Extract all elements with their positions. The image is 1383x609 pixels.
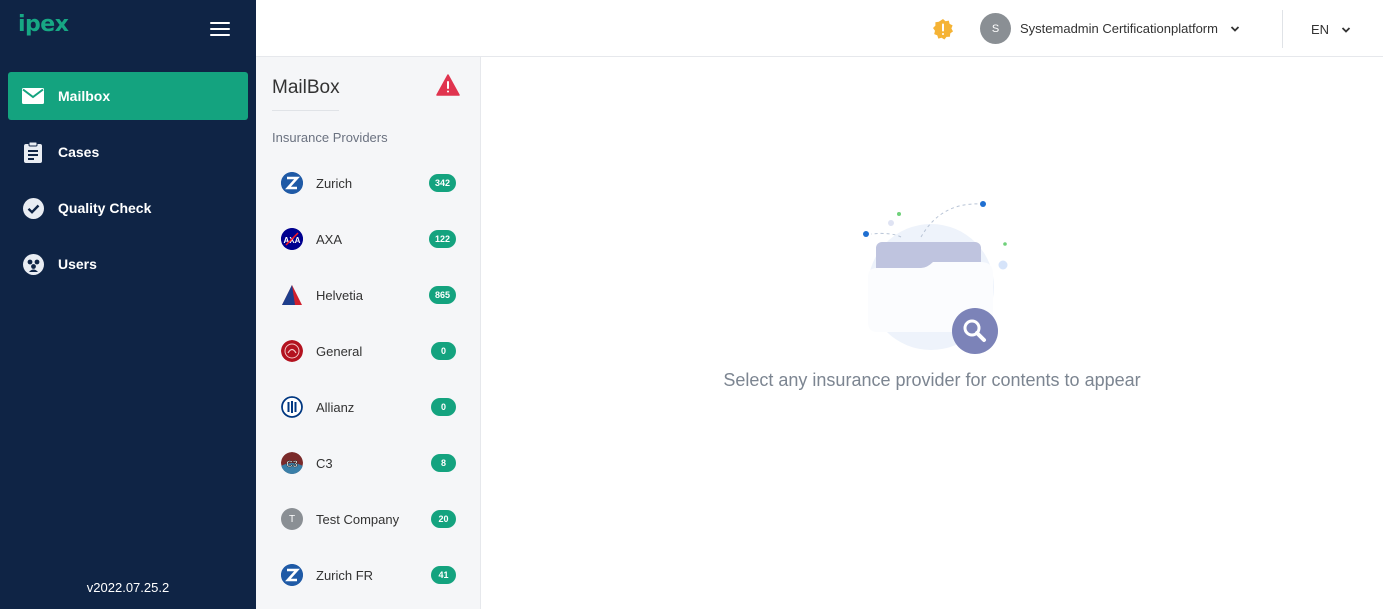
provider-item-helvetia[interactable]: Helvetia 865	[256, 267, 480, 323]
provider-list: Zurich 342 AXA AXA 122 Helvetia 865 Gene…	[256, 155, 480, 603]
count-badge: 0	[431, 342, 456, 360]
zurich-logo-icon	[281, 564, 303, 586]
initial-avatar-icon: T	[281, 508, 303, 530]
language-label: EN	[1311, 22, 1330, 37]
mailbox-panel: MailBox Insurance Providers Zurich 342 A…	[256, 57, 481, 609]
svg-text:AXA: AXA	[284, 236, 301, 245]
menu-toggle-icon[interactable]	[210, 22, 230, 37]
main-content: Select any insurance provider for conten…	[481, 57, 1383, 609]
provider-name: Allianz	[316, 399, 355, 415]
svg-text:C3: C3	[286, 459, 298, 469]
language-select[interactable]: EN	[1311, 22, 1351, 37]
c3-logo-icon: C3	[281, 452, 303, 474]
chevron-down-icon	[1341, 26, 1351, 33]
provider-item-general[interactable]: General 0	[256, 323, 480, 379]
app-logo[interactable]: ipex	[18, 12, 69, 37]
provider-name: Zurich	[316, 175, 353, 191]
provider-initial: T	[288, 513, 296, 525]
users-icon	[22, 253, 44, 275]
avatar: S	[980, 13, 1011, 44]
sidebar-item-label: Mailbox	[58, 88, 111, 104]
provider-name: Test Company	[316, 511, 400, 527]
warning-badge-icon[interactable]	[932, 18, 954, 40]
sidebar-item-users[interactable]: Users	[8, 240, 248, 288]
app-version: v2022.07.25.2	[86, 580, 170, 595]
provider-item-allianz[interactable]: Allianz 0	[256, 379, 480, 435]
sidebar-item-label: Cases	[58, 144, 100, 160]
axa-logo-icon: AXA	[281, 228, 303, 250]
count-badge: 8	[431, 454, 456, 472]
provider-name: General	[316, 343, 363, 359]
provider-name: AXA	[316, 231, 343, 247]
top-header: S Systemadmin Certificationplatform EN	[256, 0, 1383, 57]
zurich-logo-icon	[281, 172, 303, 194]
sidebar-item-quality-check[interactable]: Quality Check	[8, 184, 248, 232]
sidebar-item-label: Quality Check	[58, 200, 152, 216]
sidebar-nav: Mailbox Cases Quality Check Users	[8, 72, 248, 296]
chevron-down-icon	[1230, 25, 1240, 32]
sidebar-item-cases[interactable]: Cases	[8, 128, 248, 176]
count-badge: 0	[431, 398, 456, 416]
provider-item-zurich[interactable]: Zurich 342	[256, 155, 480, 211]
header-divider	[1282, 10, 1283, 48]
count-badge: 41	[431, 566, 456, 584]
sidebar-item-mailbox[interactable]: Mailbox	[8, 72, 248, 120]
helvetia-logo-icon	[281, 284, 303, 306]
sidebar: ipex Mailbox Cases Quality Check Users v…	[0, 0, 256, 609]
count-badge: 342	[428, 174, 456, 192]
provider-name: Helvetia	[316, 287, 363, 303]
user-name: Systemadmin Certificationplatform	[1020, 21, 1218, 36]
sidebar-item-label: Users	[58, 256, 97, 272]
provider-item-zurich-fr[interactable]: Zurich FR 41	[256, 547, 480, 603]
mail-icon	[22, 85, 44, 107]
empty-folder-search-icon	[863, 201, 1008, 354]
count-badge: 122	[428, 230, 456, 248]
allianz-logo-icon	[281, 396, 303, 418]
provider-item-c3[interactable]: C3 C3 8	[256, 435, 480, 491]
section-label: Insurance Providers	[272, 130, 388, 145]
provider-item-test-company[interactable]: T Test Company 20	[256, 491, 480, 547]
page-title: MailBox	[272, 77, 340, 98]
general-logo-icon	[281, 340, 303, 362]
title-underline	[272, 110, 339, 111]
count-badge: 20	[431, 510, 456, 528]
alert-triangle-icon[interactable]	[436, 74, 460, 96]
provider-name: C3	[316, 455, 333, 471]
user-menu[interactable]: S Systemadmin Certificationplatform	[980, 13, 1240, 44]
clipboard-icon	[22, 141, 44, 163]
provider-item-axa[interactable]: AXA AXA 122	[256, 211, 480, 267]
check-circle-icon	[22, 197, 44, 219]
empty-state-message: Select any insurance provider for conten…	[723, 370, 1141, 390]
provider-name: Zurich FR	[316, 567, 374, 583]
count-badge: 865	[428, 286, 456, 304]
